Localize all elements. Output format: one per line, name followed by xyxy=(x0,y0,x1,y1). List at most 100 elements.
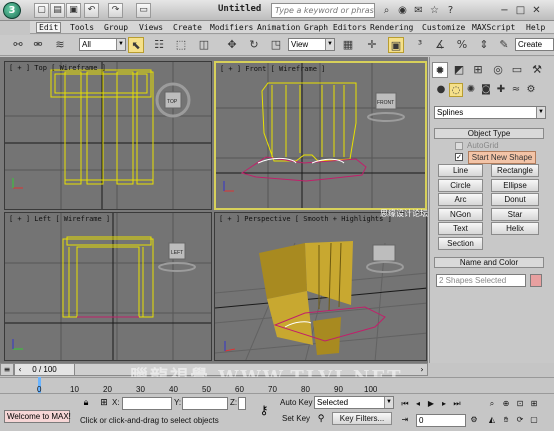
viewport-label[interactable]: [ + ] Perspective [ Smooth + Highlights … xyxy=(219,215,392,223)
modify-tab-icon[interactable]: ◩ xyxy=(451,62,467,78)
select-and-move-icon[interactable]: ✥ xyxy=(224,37,240,53)
select-and-link-icon[interactable]: ⚯ xyxy=(10,37,26,53)
helpers-icon[interactable]: ✚ xyxy=(494,83,508,97)
object-type-rollout-header[interactable]: Object Type xyxy=(434,128,544,139)
mini-curve-editor-icon[interactable]: ≡ xyxy=(0,363,14,376)
viewcube-ring[interactable] xyxy=(366,261,404,273)
favorites-icon[interactable]: ☆ xyxy=(428,4,441,17)
viewport-top[interactable]: TOP [ + ] Top [ Wireframe ] xyxy=(4,61,212,210)
menu-maxscript[interactable]: MAXScript xyxy=(470,22,517,33)
circle-button[interactable]: Circle xyxy=(438,179,483,192)
space-warps-icon[interactable]: ≈ xyxy=(509,83,523,97)
key-mode-toggle-icon[interactable]: ⇥ xyxy=(399,414,411,426)
zoom-icon[interactable]: ⌕ xyxy=(486,398,498,410)
helix-button[interactable]: Helix xyxy=(491,222,539,235)
previous-frame-icon[interactable]: ◂ xyxy=(412,398,424,410)
select-object-icon[interactable]: ⬉ xyxy=(128,37,144,53)
select-and-rotate-icon[interactable]: ↻ xyxy=(246,37,262,53)
current-frame-field[interactable]: 0 xyxy=(416,414,466,427)
snaps-toggle-icon[interactable]: ³ xyxy=(412,37,428,53)
communication-icon[interactable]: ✉ xyxy=(412,4,425,17)
window-crossing-icon[interactable]: ◫ xyxy=(196,37,212,53)
save-icon[interactable]: ▣ xyxy=(66,3,81,18)
menu-group[interactable]: Group xyxy=(102,22,130,33)
rectangular-selection-icon[interactable]: ⬚ xyxy=(173,37,189,53)
maximize-viewport-icon[interactable]: ▢ xyxy=(528,414,540,426)
viewport-label[interactable]: [ + ] Left [ Wireframe ] xyxy=(9,215,110,223)
geometry-icon[interactable]: ● xyxy=(434,83,448,97)
rectangle-button[interactable]: Rectangle xyxy=(491,164,539,177)
key-mode-dropdown[interactable]: Selected ▼ xyxy=(314,396,394,409)
keyboard-shortcut-override-icon[interactable]: ▣ xyxy=(388,37,404,53)
text-button[interactable]: Text xyxy=(438,222,483,235)
minimize-icon[interactable]: − xyxy=(498,4,511,17)
viewport-left[interactable]: LEFT [ + ] Left [ Wireframe ] xyxy=(4,212,212,361)
ngon-button[interactable]: NGon xyxy=(438,208,483,221)
systems-icon[interactable]: ⚙ xyxy=(524,83,538,97)
angle-snap-icon[interactable]: ∡ xyxy=(432,37,448,53)
star-button[interactable]: Star xyxy=(491,208,539,221)
named-selection-set-field[interactable]: Create xyxy=(515,38,554,51)
project-folder-icon[interactable]: ▭ xyxy=(136,3,151,18)
line-button[interactable]: Line xyxy=(438,164,483,177)
create-tab-icon[interactable]: ✹ xyxy=(432,62,448,78)
set-key-button[interactable]: Set Key xyxy=(282,414,310,423)
menu-help[interactable]: Help xyxy=(524,22,547,33)
z-coordinate-field[interactable] xyxy=(238,397,246,410)
redo-icon[interactable]: ↷ xyxy=(108,3,123,18)
utilities-tab-icon[interactable]: ⚒ xyxy=(529,62,545,78)
select-and-scale-icon[interactable]: ◳ xyxy=(268,37,284,53)
bind-space-warp-icon[interactable]: ≋ xyxy=(52,37,68,53)
unlink-icon[interactable]: ⚮ xyxy=(30,37,46,53)
viewcube[interactable] xyxy=(372,244,396,262)
percent-snap-icon[interactable]: % xyxy=(454,37,470,53)
selection-filter-dropdown[interactable]: All ▼ xyxy=(79,38,126,51)
time-configuration-icon[interactable]: ⚙ xyxy=(468,414,480,426)
menu-customize[interactable]: Customize xyxy=(420,22,467,33)
x-coordinate-field[interactable] xyxy=(122,397,172,410)
menu-animation[interactable]: Animation xyxy=(255,22,302,33)
pan-view-icon[interactable]: ✋︎ xyxy=(500,414,512,426)
ellipse-button[interactable]: Ellipse xyxy=(491,179,539,192)
pivot-center-icon[interactable]: ▦ xyxy=(340,37,356,53)
maximize-icon[interactable]: □ xyxy=(514,4,527,17)
viewport-perspective[interactable]: [ + ] Perspective [ Smooth + Highlights … xyxy=(214,212,427,361)
lights-icon[interactable]: ✺ xyxy=(464,83,478,97)
category-dropdown[interactable]: Splines ▼ xyxy=(434,106,546,119)
set-key-icon[interactable]: ⚷ xyxy=(254,400,274,420)
orbit-icon[interactable]: ⟳ xyxy=(514,414,526,426)
track-bar[interactable] xyxy=(0,377,554,393)
edit-named-selection-icon[interactable]: ✎ xyxy=(496,37,512,53)
object-color-swatch[interactable] xyxy=(530,274,542,287)
key-filter-icon[interactable]: ⚲ xyxy=(314,412,328,426)
shapes-icon[interactable]: ◌ xyxy=(449,83,463,97)
zoom-all-icon[interactable]: ⊕ xyxy=(500,398,512,410)
cameras-icon[interactable]: ◙ xyxy=(479,83,493,97)
zoom-extents-all-icon[interactable]: ⊞ xyxy=(528,398,540,410)
auto-key-button[interactable]: Auto Key xyxy=(280,398,312,407)
new-file-icon[interactable]: ▢ xyxy=(34,3,49,18)
undo-icon[interactable]: ↶ xyxy=(84,3,99,18)
manipulate-icon[interactable]: ✛ xyxy=(364,37,380,53)
display-tab-icon[interactable]: ▭ xyxy=(509,62,525,78)
start-new-shape-checkbox[interactable]: ✓ xyxy=(455,153,463,161)
start-new-shape-button[interactable]: Start New Shape xyxy=(468,151,536,164)
name-and-color-rollout-header[interactable]: Name and Color xyxy=(434,257,544,268)
hierarchy-tab-icon[interactable]: ⊞ xyxy=(470,62,486,78)
close-icon[interactable]: ✕ xyxy=(530,4,543,17)
menu-views[interactable]: Views xyxy=(137,22,165,33)
y-coordinate-field[interactable] xyxy=(182,397,228,410)
menu-tools[interactable]: Tools xyxy=(68,22,96,33)
lock-selection-icon[interactable]: 🔒︎ xyxy=(80,397,92,409)
help-icon[interactable]: ? xyxy=(444,4,457,17)
section-button[interactable]: Section xyxy=(438,237,483,250)
donut-button[interactable]: Donut xyxy=(491,193,539,206)
menu-edit[interactable]: Edit xyxy=(36,22,62,33)
viewcube-ring[interactable] xyxy=(158,262,196,272)
viewport-label[interactable]: [ + ] Front [ Wireframe ] xyxy=(220,65,325,73)
app-logo-icon[interactable]: 3 xyxy=(3,2,21,19)
go-to-end-icon[interactable]: ⏭ xyxy=(451,398,463,410)
zoom-extents-icon[interactable]: ⊡ xyxy=(514,398,526,410)
viewport-front[interactable]: FRONT [ + ] Front [ Wireframe ] xyxy=(214,61,427,210)
menu-modifiers[interactable]: Modifiers xyxy=(208,22,255,33)
